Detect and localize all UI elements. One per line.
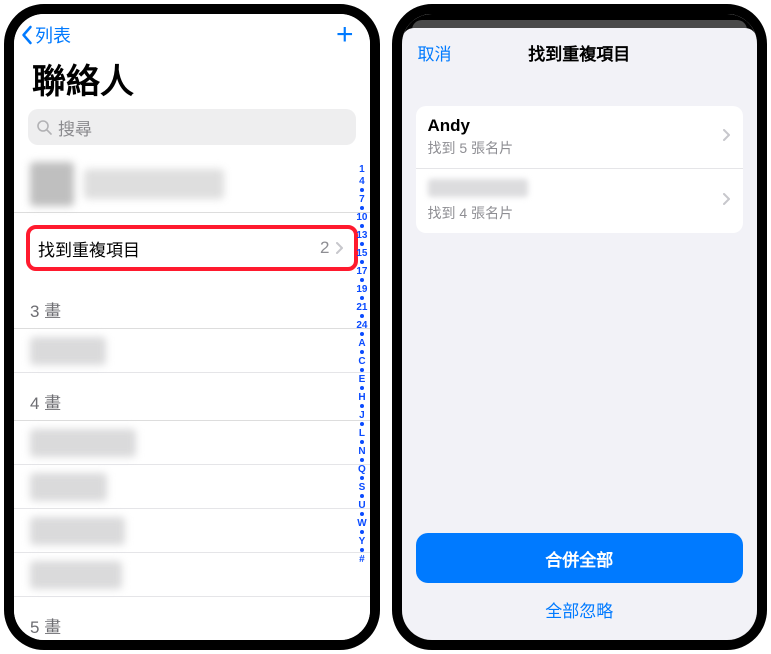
index-dot bbox=[360, 512, 364, 516]
index-dot bbox=[360, 548, 364, 552]
redacted-name bbox=[30, 337, 106, 365]
contact-row[interactable] bbox=[14, 553, 370, 597]
index-char[interactable]: C bbox=[358, 356, 365, 367]
duplicate-row[interactable]: Andy找到 5 張名片 bbox=[416, 106, 744, 169]
index-char[interactable]: N bbox=[358, 446, 365, 457]
contact-row[interactable] bbox=[14, 329, 370, 373]
index-char[interactable]: 21 bbox=[356, 302, 367, 313]
duplicate-name: Andy bbox=[428, 116, 732, 136]
redacted-name bbox=[428, 179, 528, 197]
contacts-screen: 列表 + 聯絡人 搜尋 找到重複項目 2 3 畫4 畫5 畫 147101315… bbox=[14, 14, 370, 640]
nav-bar: 列表 + bbox=[14, 14, 370, 50]
index-dot bbox=[360, 278, 364, 282]
sheet-title: 找到重複項目 bbox=[528, 40, 630, 65]
back-label: 列表 bbox=[35, 22, 71, 48]
search-placeholder: 搜尋 bbox=[58, 115, 92, 140]
index-char[interactable]: 4 bbox=[359, 176, 365, 187]
phone-right: 取消 找到重複項目 Andy找到 5 張名片找到 4 張名片 合併全部 全部忽略 bbox=[392, 4, 768, 650]
phone-left: 列表 + 聯絡人 搜尋 找到重複項目 2 3 畫 4 畫 5 畫 14 7 10 13 15… bbox=[4, 4, 380, 650]
index-char[interactable]: 15 bbox=[356, 248, 367, 259]
index-char[interactable]: 7 bbox=[359, 194, 365, 205]
merge-all-button[interactable]: 合併全部 bbox=[416, 533, 744, 583]
index-char[interactable]: 19 bbox=[356, 284, 367, 295]
section-header: 3 畫 bbox=[14, 281, 370, 329]
index-dot bbox=[360, 296, 364, 300]
index-dot bbox=[360, 350, 364, 354]
index-dot bbox=[360, 188, 364, 192]
search-icon bbox=[36, 119, 52, 135]
redacted-name bbox=[84, 169, 224, 199]
index-char[interactable]: J bbox=[359, 410, 365, 421]
contact-row[interactable] bbox=[14, 645, 370, 650]
index-char[interactable]: S bbox=[359, 482, 366, 493]
redacted-name bbox=[30, 517, 125, 545]
index-dot bbox=[360, 422, 364, 426]
index-dot bbox=[360, 224, 364, 228]
index-dot bbox=[360, 494, 364, 498]
index-char[interactable]: U bbox=[358, 500, 365, 511]
index-dot bbox=[360, 440, 364, 444]
index-dot bbox=[360, 386, 364, 390]
sheet-footer: 合併全部 全部忽略 bbox=[402, 533, 758, 640]
modal-sheet: 取消 找到重複項目 Andy找到 5 張名片找到 4 張名片 合併全部 全部忽略 bbox=[402, 28, 758, 640]
duplicates-modal-screen: 取消 找到重複項目 Andy找到 5 張名片找到 4 張名片 合併全部 全部忽略 bbox=[402, 14, 758, 640]
contacts-sections: 3 畫 4 畫 5 畫 bbox=[14, 281, 370, 650]
index-dot bbox=[360, 314, 364, 318]
add-button[interactable]: + bbox=[336, 25, 358, 45]
duplicates-count: 2 bbox=[320, 238, 329, 258]
duplicate-sub: 找到 4 張名片 bbox=[428, 203, 732, 223]
section-header: 5 畫 bbox=[14, 597, 370, 645]
index-dot bbox=[360, 458, 364, 462]
sheet-nav: 取消 找到重複項目 bbox=[402, 28, 758, 76]
index-dot bbox=[360, 404, 364, 408]
index-char[interactable]: W bbox=[357, 518, 366, 529]
back-button[interactable]: 列表 bbox=[20, 22, 71, 48]
redacted-name bbox=[30, 429, 136, 457]
index-char[interactable]: Q bbox=[358, 464, 366, 475]
index-strip[interactable]: 14 7 10 13 15 17 19 21 24 ACEHJLNQSUWY # bbox=[356, 164, 367, 565]
search-field[interactable]: 搜尋 bbox=[28, 109, 356, 145]
index-char[interactable]: E bbox=[359, 374, 366, 385]
index-dot bbox=[360, 476, 364, 480]
index-char[interactable]: 13 bbox=[356, 230, 367, 241]
duplicates-list: Andy找到 5 張名片找到 4 張名片 bbox=[416, 106, 744, 233]
contact-row[interactable] bbox=[14, 509, 370, 553]
index-dot bbox=[360, 530, 364, 534]
index-char[interactable]: Y bbox=[359, 536, 366, 547]
ignore-all-button[interactable]: 全部忽略 bbox=[416, 583, 744, 636]
my-card-row[interactable] bbox=[14, 155, 370, 213]
chevron-right-icon bbox=[723, 192, 731, 210]
index-dot bbox=[360, 206, 364, 210]
duplicates-label: 找到重複項目 bbox=[38, 236, 140, 261]
duplicate-row[interactable]: 找到 4 張名片 bbox=[416, 169, 744, 233]
duplicates-found-row[interactable]: 找到重複項目 2 bbox=[26, 225, 358, 271]
avatar bbox=[30, 162, 74, 206]
index-dot bbox=[360, 368, 364, 372]
index-char[interactable]: 24 bbox=[356, 320, 367, 331]
index-char[interactable]: # bbox=[359, 554, 365, 565]
index-dot bbox=[360, 242, 364, 246]
index-char[interactable]: L bbox=[359, 428, 365, 439]
chevron-left-icon bbox=[20, 25, 33, 45]
contact-row[interactable] bbox=[14, 465, 370, 509]
cancel-button[interactable]: 取消 bbox=[418, 40, 452, 65]
chevron-right-icon bbox=[336, 242, 344, 254]
section-header: 4 畫 bbox=[14, 373, 370, 421]
redacted-name bbox=[30, 561, 122, 589]
redacted-name bbox=[30, 473, 107, 501]
contact-row[interactable] bbox=[14, 421, 370, 465]
index-char[interactable]: 1 bbox=[359, 164, 365, 175]
duplicate-sub: 找到 5 張名片 bbox=[428, 138, 732, 158]
index-dot bbox=[360, 332, 364, 336]
page-title: 聯絡人 bbox=[14, 50, 370, 109]
chevron-right-icon bbox=[723, 128, 731, 146]
index-dot bbox=[360, 260, 364, 264]
index-char[interactable]: 17 bbox=[356, 266, 367, 277]
index-char[interactable]: 10 bbox=[356, 212, 367, 223]
index-char[interactable]: A bbox=[358, 338, 365, 349]
index-char[interactable]: H bbox=[358, 392, 365, 403]
